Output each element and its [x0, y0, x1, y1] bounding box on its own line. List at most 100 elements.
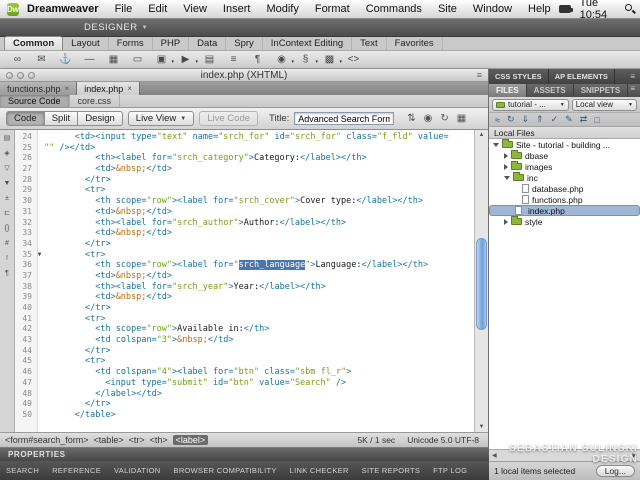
tree-item-dbase[interactable]: dbase	[489, 150, 640, 161]
menu-insert[interactable]: Insert	[215, 3, 259, 15]
refresh-icon[interactable]: ↻	[507, 114, 515, 125]
code-line-32[interactable]: 32 <th><label for="srch_author">Author:<…	[15, 218, 474, 229]
menu-help[interactable]: Help	[520, 3, 559, 15]
view-button-code[interactable]: Code	[6, 111, 45, 126]
code-fold-marker[interactable]: ▼	[35, 250, 44, 261]
minimize-window-icon[interactable]	[17, 72, 24, 79]
code-lines[interactable]: 24 <td><input type="text" name="srch_for…	[15, 132, 474, 432]
page-title-input[interactable]	[294, 112, 395, 125]
tag-selector-current[interactable]: <label>	[172, 435, 209, 445]
document-tab-index-php[interactable]: index.php ×	[77, 82, 140, 95]
code-line-37[interactable]: 37 <td>&nbsp;</td>	[15, 271, 474, 282]
panel-tab-files[interactable]: FILES	[489, 84, 527, 97]
app-menu[interactable]: Dreamweaver	[19, 3, 107, 15]
panel-tab-css-styles[interactable]: CSS STYLES	[489, 69, 549, 84]
email-link-icon[interactable]: ✉	[34, 54, 49, 65]
check-in-icon[interactable]: ✎	[565, 114, 573, 125]
live-view-button[interactable]: Live View ▼	[127, 111, 195, 126]
code-line-45[interactable]: 45 <tr>	[15, 356, 474, 367]
code-line-36[interactable]: 36 <th scope="row"><label for="srch_lang…	[15, 260, 474, 271]
expand-arrow-icon[interactable]	[504, 152, 508, 159]
files-panel-column-header[interactable]: Local Files	[489, 127, 640, 139]
head-icon[interactable]: ◉ ▾	[274, 54, 294, 65]
code-line-44[interactable]: 44 </tr>	[15, 346, 474, 357]
collapse-arrow-icon[interactable]	[493, 142, 499, 147]
properties-panel-header[interactable]: PROPERTIES	[0, 447, 489, 461]
menu-site[interactable]: Site	[430, 3, 465, 15]
code-line-27[interactable]: 27 <td>&nbsp;</td>	[15, 164, 474, 175]
highlight-invalid-code-icon[interactable]: !	[2, 254, 13, 264]
close-tab-icon[interactable]: ×	[127, 84, 132, 93]
code-line-39[interactable]: 39 <td>&nbsp;</td>	[15, 292, 474, 303]
toolbar-toggle-icon[interactable]: ≡	[477, 70, 482, 80]
scroll-right-icon[interactable]: ▶	[632, 452, 637, 459]
view-options-icon[interactable]: ▦	[457, 113, 466, 124]
results-tab-validation[interactable]: VALIDATION	[114, 466, 160, 475]
insert-tab-forms[interactable]: Forms	[109, 37, 153, 50]
insert-tab-spry[interactable]: Spry	[226, 37, 263, 50]
menu-file[interactable]: File	[107, 3, 141, 15]
code-line-38[interactable]: 38 <th><label for="srch_year">Year:</lab…	[15, 282, 474, 293]
tag-selector-form-search-form[interactable]: <form#search_form>	[5, 435, 89, 445]
expand-arrow-icon[interactable]	[504, 218, 508, 225]
view-button-design[interactable]: Design	[77, 111, 123, 126]
workspace-switcher[interactable]: DESIGNER ▼	[84, 22, 148, 33]
get-files-icon[interactable]: ⇓	[522, 114, 530, 125]
collapse-full-tag-icon[interactable]: ▽	[2, 164, 13, 174]
menu-modify[interactable]: Modify	[258, 3, 306, 15]
results-tab-ftp-log[interactable]: FTP LOG	[433, 466, 467, 475]
script-icon[interactable]: § ▾	[298, 54, 318, 65]
line-numbers-icon[interactable]: #	[2, 239, 13, 249]
code-line-24[interactable]: 24 <td><input type="text" name="srch_for…	[15, 132, 474, 143]
date-icon[interactable]: ▤	[202, 54, 217, 65]
code-line-33[interactable]: 33 <td>&nbsp;</td>	[15, 228, 474, 239]
results-tab-search[interactable]: SEARCH	[6, 466, 39, 475]
balance-braces-icon[interactable]: {}	[2, 224, 13, 234]
insert-tab-favorites[interactable]: Favorites	[387, 37, 443, 50]
log-button[interactable]: Log...	[595, 465, 635, 477]
insert-tab-php[interactable]: PHP	[153, 37, 190, 50]
templates-icon[interactable]: ▩ ▾	[322, 54, 342, 65]
insert-tab-layout[interactable]: Layout	[63, 37, 109, 50]
refresh-icon[interactable]: ↻	[440, 113, 448, 124]
panel-tab-assets[interactable]: ASSETS	[527, 84, 574, 97]
expand-icon[interactable]: □	[594, 115, 599, 125]
css-styles-panel-header[interactable]: CSS STYLES AP ELEMENTS ≡	[489, 69, 640, 84]
insert-tab-data[interactable]: Data	[189, 37, 227, 50]
menu-edit[interactable]: Edit	[140, 3, 175, 15]
tree-item-index-php[interactable]: index.php	[489, 205, 640, 216]
insert-div-icon[interactable]: ▭	[130, 54, 145, 65]
code-line-34[interactable]: 34 </tr>	[15, 239, 474, 250]
results-tab-browser-compatibility[interactable]: BROWSER COMPATIBILITY	[174, 466, 277, 475]
site-select[interactable]: tutorial - ... ▼	[492, 98, 569, 111]
preview-browser-icon[interactable]: ◉	[424, 113, 433, 124]
tag-selector-table[interactable]: <table>	[94, 435, 124, 445]
put-files-icon[interactable]: ⇑	[536, 114, 544, 125]
code-line-43[interactable]: 43 <td colspan="3">&nbsp;</td>	[15, 335, 474, 346]
code-line-30[interactable]: 30 <th scope="row"><label for="srch_cove…	[15, 196, 474, 207]
menu-commands[interactable]: Commands	[358, 3, 430, 15]
insert-tab-incontext-editing[interactable]: InContext Editing	[263, 37, 353, 50]
document-title-bar[interactable]: index.php (XHTML) ≡	[0, 69, 488, 82]
select-parent-tag-icon[interactable]: ⊏	[2, 209, 13, 219]
show-code-navigator-icon[interactable]: ◈	[2, 149, 13, 159]
image-icon[interactable]: ▣ ▾	[154, 54, 174, 65]
server-include-icon[interactable]: ≡	[226, 54, 241, 65]
hyperlink-icon[interactable]: ∞	[10, 54, 25, 65]
results-tab-site-reports[interactable]: SITE REPORTS	[362, 466, 420, 475]
code-scrollbar[interactable]: ▲ ▼	[474, 130, 488, 432]
code-line-31[interactable]: 31 <td>&nbsp;</td>	[15, 207, 474, 218]
panel-menu-icon[interactable]: ≡	[630, 84, 640, 97]
tag-selector-tr[interactable]: <tr>	[129, 435, 145, 445]
collapse-selection-icon[interactable]: ▼	[2, 179, 13, 189]
zoom-window-icon[interactable]	[28, 72, 35, 79]
scroll-left-icon[interactable]: ◀	[492, 452, 497, 459]
file-management-icon[interactable]: ⇅	[407, 113, 415, 124]
code-line-49[interactable]: 49 </tr>	[15, 399, 474, 410]
scroll-thumb[interactable]	[476, 238, 487, 330]
dreamweaver-app-icon[interactable]: Dw	[7, 2, 19, 16]
files-panel-scrollbar[interactable]: ◀ ▶	[489, 449, 640, 461]
tree-item-inc[interactable]: inc	[489, 172, 640, 183]
menu-format[interactable]: Format	[307, 3, 358, 15]
results-tab-link-checker[interactable]: LINK CHECKER	[290, 466, 349, 475]
